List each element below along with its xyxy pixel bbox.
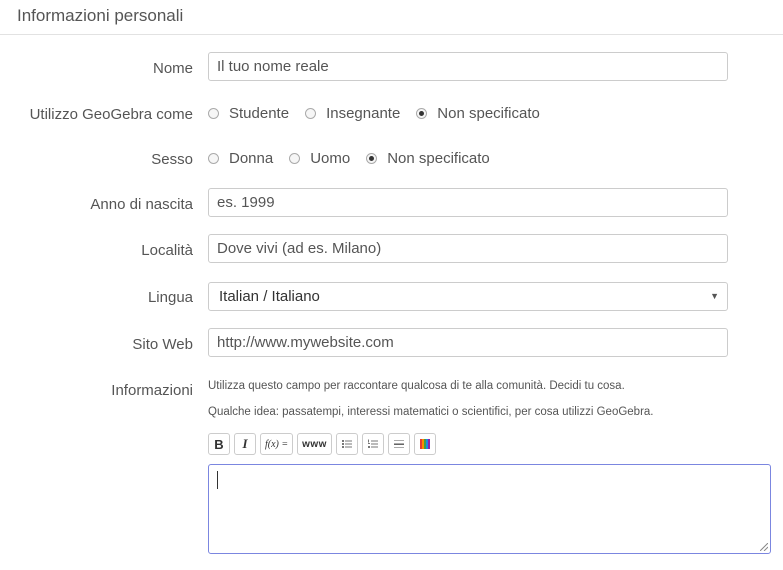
divider <box>0 34 783 35</box>
usage-option-studente[interactable]: Studente <box>208 105 289 122</box>
horizontal-rule-icon <box>393 440 404 448</box>
numbered-list-icon <box>367 439 378 448</box>
radio-label: Non specificato <box>437 105 540 122</box>
gender-label: Sesso <box>151 151 193 168</box>
gender-option-donna[interactable]: Donna <box>208 150 273 167</box>
section-title: Informazioni personali <box>17 6 184 25</box>
radio-button[interactable] <box>208 108 219 119</box>
link-button[interactable]: www <box>297 433 332 455</box>
radio-button-checked[interactable] <box>416 108 428 119</box>
about-hint-1: Utilizza questo campo per raccontare qua… <box>208 380 625 392</box>
usage-label: Utilizzo GeoGebra come <box>29 106 193 123</box>
location-input[interactable] <box>208 234 728 263</box>
gender-option-non-specificato[interactable]: Non specificato <box>366 150 490 167</box>
caret-down-icon: ▼ <box>710 291 719 301</box>
website-label: Sito Web <box>132 336 193 353</box>
bullet-list-icon <box>341 440 352 448</box>
bullet-list-button[interactable] <box>335 433 358 455</box>
horizontal-rule-button[interactable] <box>387 433 410 455</box>
language-label: Lingua <box>147 289 193 306</box>
birth-year-label: Anno di nascita <box>90 196 193 213</box>
language-select-value: Italian / Italiano <box>219 288 320 305</box>
radio-label: Insegnante <box>326 105 401 122</box>
website-input[interactable] <box>208 328 728 357</box>
resize-handle-icon[interactable] <box>760 543 768 551</box>
gender-option-uomo[interactable]: Uomo <box>289 150 350 167</box>
radio-button[interactable] <box>208 153 219 164</box>
color-palette-icon <box>419 439 430 449</box>
gender-radio-group: Donna Uomo Non specificato <box>208 150 506 167</box>
bold-button[interactable]: B <box>208 433 230 455</box>
radio-button[interactable] <box>289 153 301 164</box>
formula-button[interactable]: f(x) = <box>260 433 294 455</box>
about-textarea[interactable] <box>208 464 771 554</box>
usage-radio-group: Studente Insegnante Non specificato <box>208 105 556 122</box>
color-button[interactable] <box>413 433 436 455</box>
name-label: Nome <box>152 60 193 77</box>
about-hint-2: Qualche idea: passatempi, interessi mate… <box>208 406 654 418</box>
editor-toolbar: B I f(x) = www <box>208 433 436 455</box>
name-input[interactable] <box>208 52 728 81</box>
birth-year-input[interactable] <box>208 188 728 217</box>
radio-button[interactable] <box>305 108 317 119</box>
radio-label: Donna <box>229 150 274 167</box>
usage-option-non-specificato[interactable]: Non specificato <box>416 105 540 122</box>
usage-option-insegnante[interactable]: Insegnante <box>305 105 400 122</box>
radio-label: Studente <box>229 105 290 122</box>
numbered-list-button[interactable] <box>361 433 384 455</box>
about-label: Informazioni <box>111 382 193 399</box>
italic-button[interactable]: I <box>234 433 256 455</box>
radio-label: Uomo <box>310 150 351 167</box>
location-label: Località <box>141 242 193 259</box>
language-select[interactable]: Italian / Italiano ▼ <box>208 282 728 311</box>
radio-label: Non specificato <box>387 150 490 167</box>
radio-button-checked[interactable] <box>366 153 378 164</box>
text-cursor <box>217 471 218 489</box>
